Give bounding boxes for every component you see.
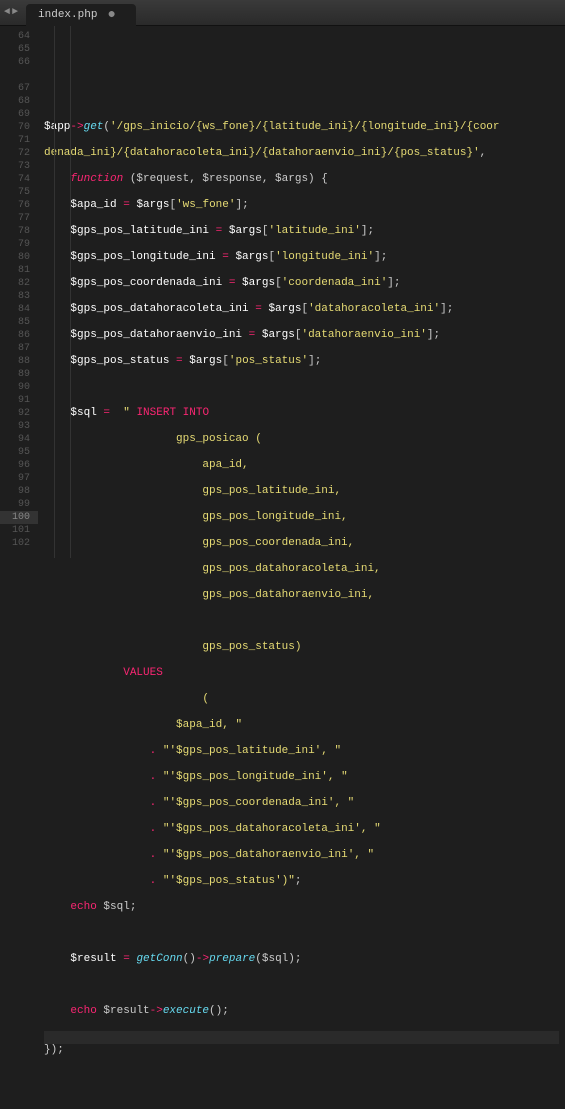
code-line: gps_pos_datahoracoleta_ini, [44, 563, 559, 576]
code-line [44, 1070, 559, 1083]
line-number: 95 [0, 446, 30, 459]
code-line: . "'$gps_pos_coordenada_ini', " [44, 797, 559, 810]
code-line: . "'$gps_pos_datahoracoleta_ini', " [44, 823, 559, 836]
code-line: denada_ini}/{datahoracoleta_ini}/{dataho… [44, 147, 559, 160]
line-number: 89 [0, 368, 30, 381]
line-number: 91 [0, 394, 30, 407]
code-line: $gps_pos_latitude_ini = $args['latitude_… [44, 225, 559, 238]
code-line: $gps_pos_longitude_ini = $args['longitud… [44, 251, 559, 264]
tab-index-php[interactable]: index.php ● [26, 4, 136, 26]
line-number: 82 [0, 277, 30, 290]
line-number: 86 [0, 329, 30, 342]
code-line: . "'$gps_pos_latitude_ini', " [44, 745, 559, 758]
line-number: 83 [0, 290, 30, 303]
code-line: VALUES [44, 667, 559, 680]
line-number: 78 [0, 225, 30, 238]
code-line: apa_id, [44, 459, 559, 472]
line-number: 90 [0, 381, 30, 394]
nav-back-icon[interactable]: ◄ [4, 7, 10, 18]
line-number: 100 [0, 511, 38, 524]
line-number: 73 [0, 160, 30, 173]
line-number: 97 [0, 472, 30, 485]
code-line: $gps_pos_datahoracoleta_ini = $args['dat… [44, 303, 559, 316]
code-line: $sql = " INSERT INTO [44, 407, 559, 420]
nav-forward-icon[interactable]: ► [12, 7, 18, 18]
line-number: 94 [0, 433, 30, 446]
code-line: $result = getConn()->prepare($sql); [44, 953, 559, 966]
editor: 646566 676869707172737475767778798081828… [0, 26, 565, 558]
line-number: 74 [0, 173, 30, 186]
line-number: 77 [0, 212, 30, 225]
line-number: 84 [0, 303, 30, 316]
line-number: 92 [0, 407, 30, 420]
code-line [44, 979, 559, 992]
code-line: . "'$gps_pos_status')"; [44, 875, 559, 888]
code-line: gps_pos_latitude_ini, [44, 485, 559, 498]
line-number: 85 [0, 316, 30, 329]
line-number: 72 [0, 147, 30, 160]
code-line: $apa_id, " [44, 719, 559, 732]
code-line: gps_posicao ( [44, 433, 559, 446]
code-line [44, 927, 559, 940]
line-number: 88 [0, 355, 30, 368]
code-line: gps_pos_datahoraenvio_ini, [44, 589, 559, 602]
line-number: 93 [0, 420, 30, 433]
code-line: ( [44, 693, 559, 706]
titlebar: ◄ ► index.php ● [0, 0, 565, 26]
code-line: $apa_id = $args['ws_fone']; [44, 199, 559, 212]
line-number: 65 [0, 43, 30, 56]
line-number: 68 [0, 95, 30, 108]
code-line: $gps_pos_status = $args['pos_status']; [44, 355, 559, 368]
code-line [44, 615, 559, 628]
code-line [44, 95, 559, 108]
line-number: 70 [0, 121, 30, 134]
line-number: 96 [0, 459, 30, 472]
tab-filename: index.php [38, 9, 97, 21]
nav-arrows: ◄ ► [4, 7, 18, 18]
code-line [44, 1031, 559, 1044]
line-number: 80 [0, 251, 30, 264]
code-line: echo $result->execute(); [44, 1005, 559, 1018]
line-number: 87 [0, 342, 30, 355]
line-number: 75 [0, 186, 30, 199]
line-number: 71 [0, 134, 30, 147]
code-line: . "'$gps_pos_longitude_ini', " [44, 771, 559, 784]
line-number: 98 [0, 485, 30, 498]
code-line: . "'$gps_pos_datahoraenvio_ini', " [44, 849, 559, 862]
line-number: 67 [0, 82, 30, 95]
code-line: gps_pos_coordenada_ini, [44, 537, 559, 550]
line-number: 66 [0, 56, 30, 69]
line-number: 99 [0, 498, 30, 511]
code-line: $app->get('/gps_inicio/{ws_fone}/{latitu… [44, 121, 559, 134]
code-line: $gps_pos_coordenada_ini = $args['coorden… [44, 277, 559, 290]
code-area[interactable]: $app->get('/gps_inicio/{ws_fone}/{latitu… [38, 26, 565, 558]
code-line: gps_pos_status) [44, 641, 559, 654]
code-line: echo $sql; [44, 901, 559, 914]
line-number: 101 [0, 524, 30, 537]
line-number: 69 [0, 108, 30, 121]
code-line [44, 381, 559, 394]
line-number: 76 [0, 199, 30, 212]
line-number: 102 [0, 537, 30, 550]
tab-dirty-icon: ● [107, 7, 115, 23]
line-number: 81 [0, 264, 30, 277]
line-number [0, 69, 30, 82]
code-line: function ($request, $response, $args) { [44, 173, 559, 186]
code-line: }); [44, 1044, 559, 1057]
code-line: gps_pos_longitude_ini, [44, 511, 559, 524]
code-line [44, 69, 559, 82]
line-number: 79 [0, 238, 30, 251]
line-gutter[interactable]: 646566 676869707172737475767778798081828… [0, 26, 38, 558]
line-number: 64 [0, 30, 30, 43]
code-line: $gps_pos_datahoraenvio_ini = $args['data… [44, 329, 559, 342]
